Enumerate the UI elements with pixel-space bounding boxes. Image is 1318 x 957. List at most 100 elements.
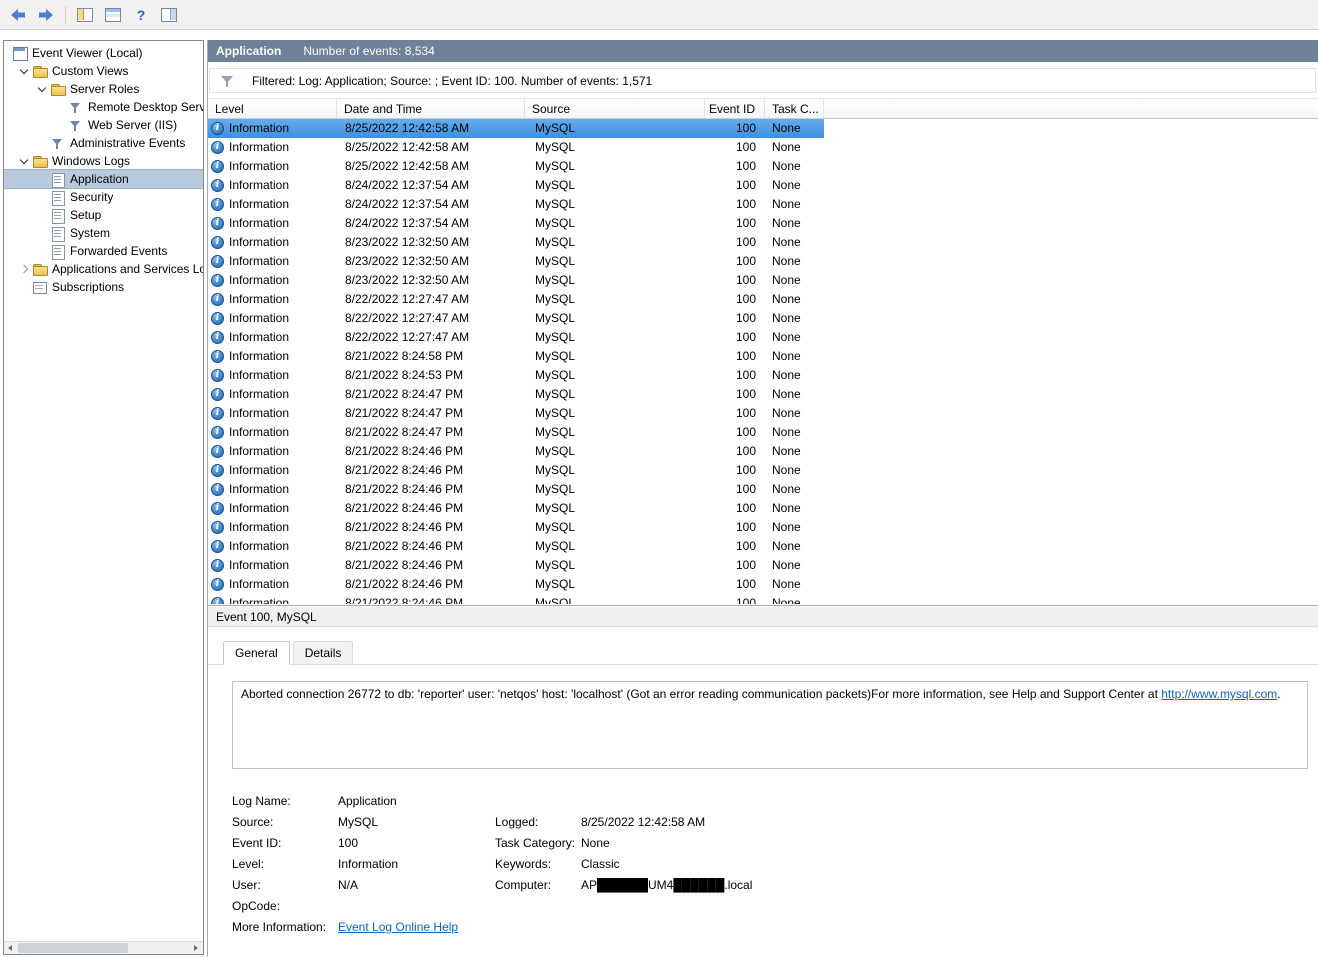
event-row[interactable]: Information 8/21/2022 8:24:46 PM MySQL 1… [208,575,824,594]
tree-item[interactable]: Administrative Events [4,134,203,152]
information-icon [211,407,224,420]
mysql-link[interactable]: http://www.mysql.com [1161,687,1277,701]
event-row[interactable]: Information 8/24/2022 12:37:54 AM MySQL … [208,214,824,233]
event-id-cell: 100 [735,520,756,534]
column-header-event-id[interactable]: Event ID [705,99,765,118]
event-row[interactable]: Information 8/22/2022 12:27:47 AM MySQL … [208,309,824,328]
event-row[interactable]: Information 8/21/2022 8:24:46 PM MySQL 1… [208,480,824,499]
event-row[interactable]: Information 8/23/2022 12:32:50 AM MySQL … [208,233,824,252]
source-cell: MySQL [535,577,576,591]
event-row[interactable]: Information 8/21/2022 8:24:47 PM MySQL 1… [208,385,824,404]
event-row[interactable]: Information 8/25/2022 12:42:58 AM MySQL … [208,119,824,138]
logged-label: Logged: [495,815,539,829]
level-cell: Information [208,537,337,556]
level-text: Information [229,444,290,458]
expander-icon[interactable] [16,153,32,169]
information-icon [211,198,224,211]
event-row[interactable]: Information 8/24/2022 12:37:54 AM MySQL … [208,195,824,214]
export-list-icon [105,7,121,22]
tree-item[interactable]: System [4,224,203,242]
task-category-cell: None [772,311,801,325]
tree-item-icon [32,154,48,169]
event-row[interactable]: Information 8/22/2022 12:27:47 AM MySQL … [208,328,824,347]
level-cell: Information [208,157,337,176]
event-row[interactable]: Information 8/21/2022 8:24:46 PM MySQL 1… [208,518,824,537]
tree-item-label: Setup [70,208,102,222]
computer-value: AP██████UM4██████.local [581,878,753,892]
datetime-cell: 8/23/2022 12:32:50 AM [345,273,470,287]
tab-general[interactable]: General [223,641,290,665]
level-cell: Information [208,176,337,195]
event-row[interactable]: Information 8/25/2022 12:42:58 AM MySQL … [208,157,824,176]
back-button[interactable] [6,3,30,27]
information-icon [211,236,224,249]
tree-item[interactable]: Windows Logs [4,152,203,170]
tree-item[interactable]: Server Roles [4,80,203,98]
tree-item[interactable]: Custom Views [4,62,203,80]
tree-item[interactable]: Applications and Services Lo [4,260,203,278]
event-row[interactable]: Information 8/21/2022 8:24:47 PM MySQL 1… [208,423,824,442]
tree-item[interactable]: Setup [4,206,203,224]
level-cell: Information [208,594,337,604]
event-row[interactable]: Information 8/25/2022 12:42:58 AM MySQL … [208,138,824,157]
tree-item[interactable]: Subscriptions [4,278,203,296]
tree-item-label: Security [70,190,114,204]
show-action-pane-button[interactable] [157,3,181,27]
tree-item-icon [68,118,84,133]
event-id-cell: 100 [735,596,756,604]
event-row[interactable]: Information 8/23/2022 12:32:50 AM MySQL … [208,252,824,271]
tree-item-label: Event Viewer (Local) [32,46,143,60]
source-cell: MySQL [535,368,576,382]
column-header-level[interactable]: Level [208,99,337,118]
expander-icon[interactable] [16,261,32,277]
level-text: Information [229,368,290,382]
preview-pane: Event 100, MySQL General Details Aborted… [208,605,1318,938]
event-row[interactable]: Information 8/21/2022 8:24:47 PM MySQL 1… [208,404,824,423]
information-icon [211,179,224,192]
tree-item[interactable]: Security [4,188,203,206]
event-row[interactable]: Information 8/21/2022 8:24:46 PM MySQL 1… [208,556,824,575]
forward-button[interactable] [34,3,58,27]
expander-icon[interactable] [16,63,32,79]
tree-item[interactable]: Forwarded Events [4,242,203,260]
keywords-label: Keywords: [495,857,552,871]
datetime-cell: 8/21/2022 8:24:46 PM [345,444,464,458]
tree-item-icon [50,244,66,260]
event-row[interactable]: Information 8/24/2022 12:37:54 AM MySQL … [208,176,824,195]
show-console-tree-button[interactable] [73,3,97,27]
event-row[interactable]: Information 8/21/2022 8:24:46 PM MySQL 1… [208,594,824,604]
event-row[interactable]: Information 8/23/2022 12:32:50 AM MySQL … [208,271,824,290]
event-row[interactable]: Information 8/22/2022 12:27:47 AM MySQL … [208,290,824,309]
column-header-source[interactable]: Source [525,99,705,118]
scroll-left-button[interactable] [4,942,18,954]
event-row[interactable]: Information 8/21/2022 8:24:46 PM MySQL 1… [208,442,824,461]
export-list-button[interactable] [101,3,125,27]
tree-horizontal-scrollbar[interactable] [4,941,203,954]
source-cell: MySQL [535,254,576,268]
scrollbar-track[interactable] [18,942,189,954]
level-text: Information [229,330,290,344]
tree-item[interactable]: Event Viewer (Local) [4,44,203,62]
expander-icon[interactable] [34,81,50,97]
tree-item[interactable]: Application [4,169,203,189]
level-cell: Information [208,233,337,252]
event-log-online-help-link[interactable]: Event Log Online Help [338,920,458,934]
scroll-right-button[interactable] [189,942,203,954]
event-row[interactable]: Information 8/21/2022 8:24:46 PM MySQL 1… [208,461,824,480]
datetime-cell: 8/25/2022 12:42:58 AM [345,121,470,135]
event-row[interactable]: Information 8/21/2022 8:24:58 PM MySQL 1… [208,347,824,366]
tree-item[interactable]: Remote Desktop Serv [4,98,203,116]
tree-item[interactable]: Web Server (IIS) [4,116,203,134]
datetime-cell: 8/21/2022 8:24:47 PM [345,425,464,439]
level-text: Information [229,463,290,477]
event-row[interactable]: Information 8/21/2022 8:24:46 PM MySQL 1… [208,537,824,556]
information-icon [211,122,224,135]
event-row[interactable]: Information 8/21/2022 8:24:46 PM MySQL 1… [208,499,824,518]
column-header-date-and-time[interactable]: Date and Time [337,99,525,118]
column-header-task-category[interactable]: Task C... [765,99,824,118]
event-row[interactable]: Information 8/21/2022 8:24:53 PM MySQL 1… [208,366,824,385]
scrollbar-thumb[interactable] [18,943,128,953]
tab-details[interactable]: Details [292,641,354,665]
tree-item-label: Windows Logs [52,154,131,168]
help-button[interactable]: ? [129,3,153,27]
